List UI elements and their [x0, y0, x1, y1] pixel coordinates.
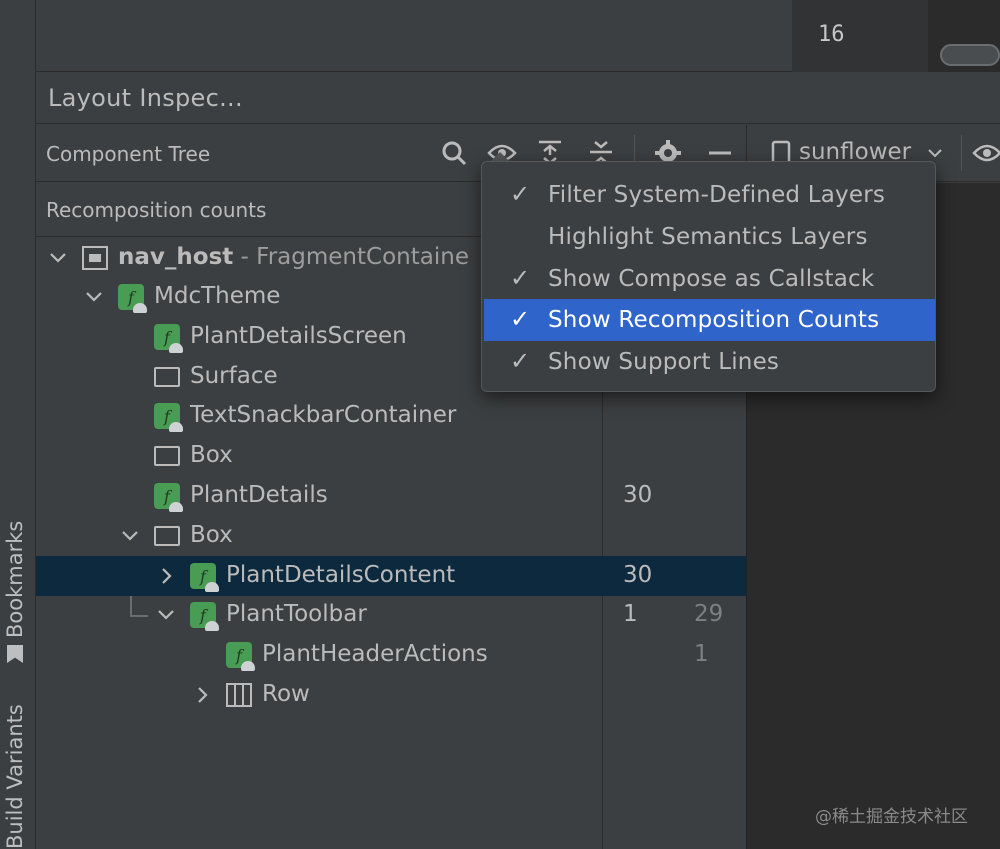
- row-icon: [226, 682, 252, 708]
- skip-count: 29: [694, 601, 724, 627]
- checkmark-icon: ✓: [510, 305, 531, 333]
- chevron-down-icon[interactable]: [120, 526, 140, 546]
- view-options-menu: ✓ Filter System-Defined Layers Highlight…: [481, 161, 936, 392]
- menu-item-compose-callstack[interactable]: ✓ Show Compose as Callstack: [484, 258, 935, 300]
- menu-item-filter-system-layers[interactable]: ✓ Filter System-Defined Layers: [484, 174, 935, 216]
- chevron-down-icon[interactable]: [84, 287, 104, 307]
- component-name: PlantHeaderActions: [262, 641, 488, 667]
- tree-row[interactable]: Row: [36, 675, 746, 715]
- bookmarks-tab[interactable]: Bookmarks: [3, 521, 27, 662]
- tree-row-label: Box: [190, 522, 233, 548]
- bookmarks-label: Bookmarks: [3, 520, 27, 638]
- composable-icon: f: [190, 563, 219, 592]
- component-name: Surface: [190, 363, 278, 389]
- chevron-right-icon[interactable]: [156, 566, 176, 586]
- component-name: Box: [190, 522, 233, 548]
- bookmark-icon: [7, 645, 23, 663]
- layout-inspector-title-bar: Layout Inspec...: [36, 72, 1000, 124]
- checkmark-icon: ✓: [510, 347, 531, 375]
- component-name: PlantDetailsContent: [226, 562, 456, 588]
- recomposition-count: 1: [623, 601, 638, 627]
- menu-item-label: Show Compose as Callstack: [548, 266, 875, 292]
- composable-icon: f: [118, 284, 147, 313]
- composable-icon: f: [154, 483, 183, 512]
- checkmark-icon: ✓: [510, 264, 531, 292]
- tree-row-label: nav_host - FragmentContaine: [118, 244, 469, 270]
- tree-row-label: Row: [262, 681, 310, 707]
- component-name: Box: [190, 442, 233, 468]
- menu-item-highlight-semantics[interactable]: Highlight Semantics Layers: [484, 216, 935, 258]
- recomposition-counts-label: Recomposition counts: [46, 198, 267, 222]
- toolbar-separator: [961, 135, 962, 171]
- chevron-down-icon[interactable]: [48, 248, 68, 268]
- component-name: PlantToolbar: [226, 601, 367, 627]
- fragment-icon: [82, 245, 108, 271]
- build-variants-tab[interactable]: Build Variants: [3, 704, 27, 849]
- chevron-right-icon[interactable]: [192, 685, 212, 705]
- tree-row-label: PlantDetailsScreen: [190, 323, 407, 349]
- tree-row[interactable]: f PlantDetailsContent 30: [36, 556, 746, 596]
- layout-inspector-title: Layout Inspec...: [48, 84, 243, 112]
- menu-item-recomposition-counts[interactable]: ✓ Show Recomposition Counts: [484, 299, 935, 341]
- menu-item-support-lines[interactable]: ✓ Show Support Lines: [484, 341, 935, 383]
- tree-row[interactable]: Box: [36, 516, 746, 556]
- composable-icon: f: [190, 602, 219, 631]
- eye-icon[interactable]: [971, 137, 1000, 169]
- tree-row-label: MdcTheme: [154, 283, 280, 309]
- search-icon[interactable]: [438, 137, 470, 169]
- left-tool-strip: Bookmarks Build Variants: [0, 0, 36, 849]
- tree-row-label: Box: [190, 442, 233, 468]
- composable-icon: f: [154, 403, 183, 432]
- component-tree-title: Component Tree: [46, 142, 211, 166]
- tree-row-label: PlantToolbar: [226, 601, 367, 627]
- recomposition-count: 30: [623, 562, 653, 588]
- editor-gutter: [792, 0, 928, 72]
- composable-icon: f: [226, 642, 255, 671]
- tree-row[interactable]: f PlantHeaderActions 1: [36, 635, 746, 675]
- line-number: 16: [818, 22, 845, 47]
- composable-icon: f: [154, 324, 183, 353]
- watermark: @稀土掘金技术社区: [815, 807, 968, 827]
- chevron-down-icon[interactable]: [156, 605, 176, 625]
- component-name: PlantDetailsScreen: [190, 323, 407, 349]
- menu-item-label: Highlight Semantics Layers: [548, 224, 868, 250]
- tree-row[interactable]: f PlantToolbar 1 29: [36, 595, 746, 635]
- layout-icon: [154, 443, 180, 469]
- layout-icon: [154, 523, 180, 549]
- tree-row[interactable]: f TextSnackbarContainer: [36, 396, 746, 436]
- component-name: TextSnackbarContainer: [190, 402, 457, 428]
- tree-row[interactable]: f PlantDetails 30: [36, 476, 746, 516]
- tree-row[interactable]: Box: [36, 436, 746, 476]
- menu-item-label: Filter System-Defined Layers: [548, 182, 886, 208]
- component-type: - FragmentContaine: [233, 244, 469, 270]
- checkmark-icon: ✓: [510, 180, 531, 208]
- tree-row-label: Surface: [190, 363, 278, 389]
- editor-scrollbar[interactable]: [940, 44, 1000, 66]
- component-name: nav_host: [118, 244, 234, 270]
- component-name: MdcTheme: [154, 283, 281, 309]
- tree-row-label: PlantHeaderActions: [262, 641, 488, 667]
- skip-count: 1: [694, 641, 709, 667]
- build-variants-label: Build Variants: [3, 704, 27, 849]
- recomposition-count: 30: [623, 482, 653, 508]
- tree-row-label: PlantDetails: [190, 482, 328, 508]
- menu-item-label: Show Support Lines: [548, 349, 780, 375]
- menu-item-label: Show Recomposition Counts: [548, 307, 880, 333]
- layout-icon: [154, 364, 180, 390]
- component-name: PlantDetails: [190, 482, 328, 508]
- component-name: Row: [262, 681, 310, 707]
- tree-row-label: TextSnackbarContainer: [190, 402, 456, 428]
- tree-row-label: PlantDetailsContent: [226, 562, 455, 588]
